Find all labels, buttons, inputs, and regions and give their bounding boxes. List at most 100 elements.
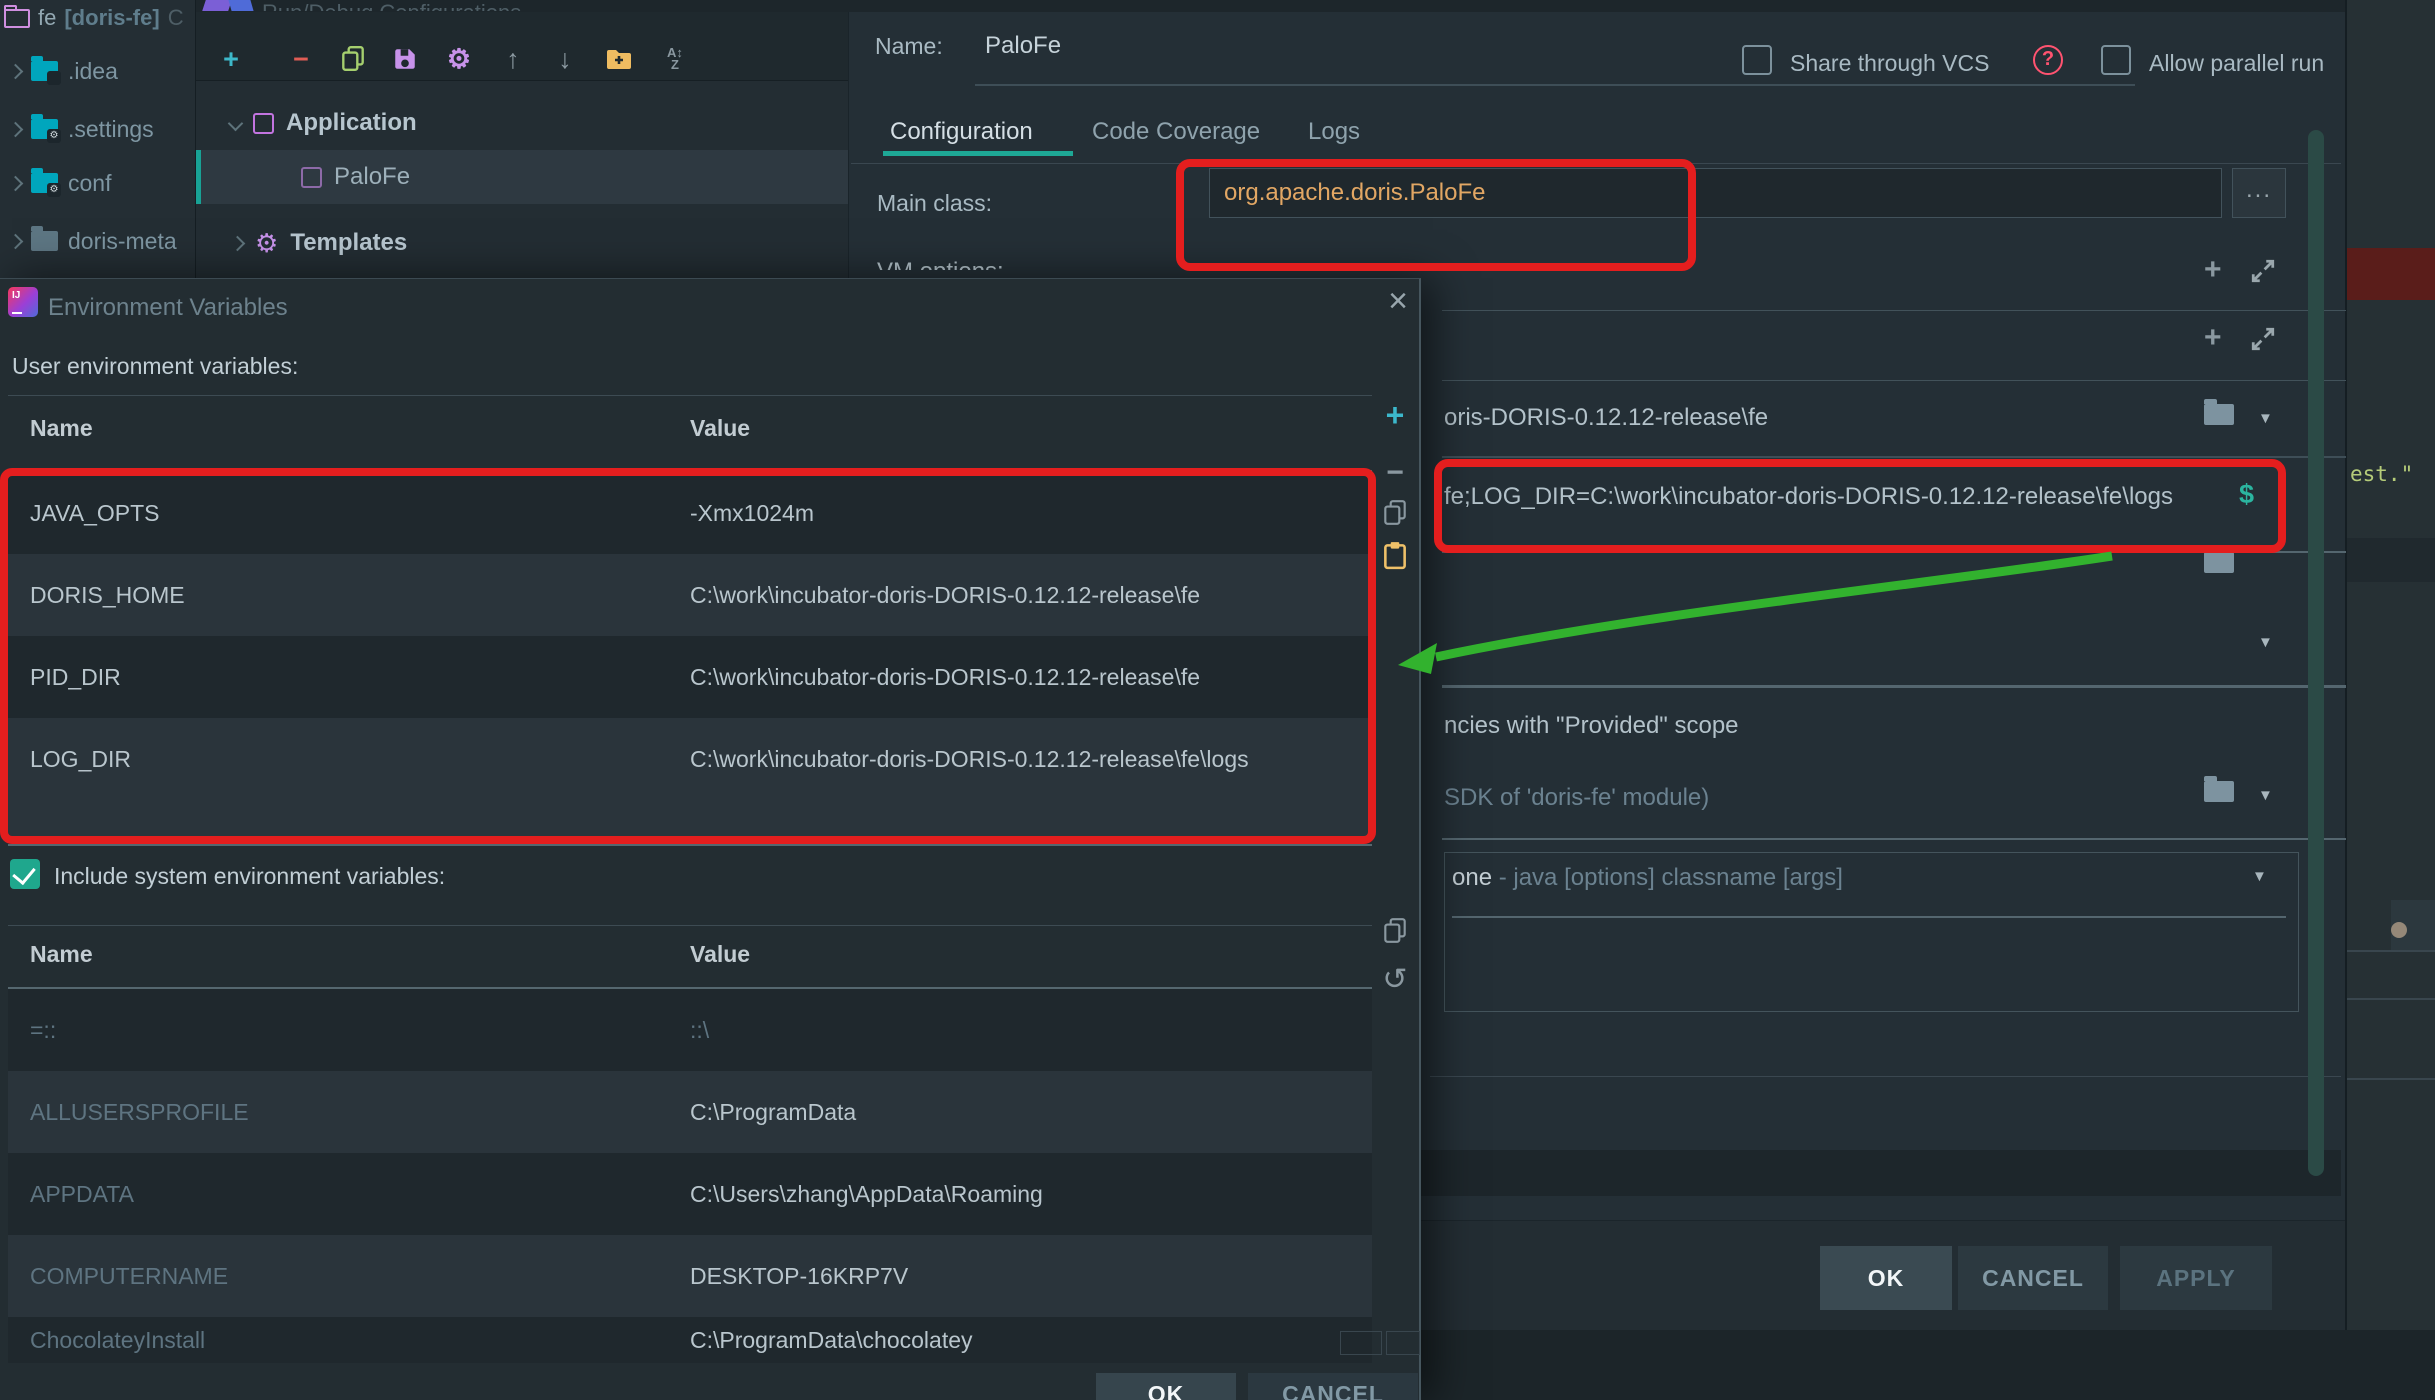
configurations-toolbar: + − ⚙ ↑ ↓ A↕Z (196, 12, 848, 81)
add-icon[interactable]: + (214, 42, 248, 76)
column-header-name[interactable]: Name (30, 415, 93, 442)
env-var-value: C:\ProgramData (690, 1099, 856, 1126)
provided-scope-label-clipped[interactable]: ncies with "Provided" scope (1444, 712, 1739, 740)
editor-highlighted-line (2347, 248, 2435, 300)
env-var-row[interactable]: ALLUSERSPROFILEC:\ProgramData (8, 1071, 1372, 1153)
include-system-label[interactable]: Include system environment variables: (54, 863, 445, 890)
move-down-icon[interactable]: ↓ (548, 42, 582, 76)
tree-item-palofe-selected[interactable]: PaloFe (196, 150, 848, 204)
env-var-value: C:\ProgramData\chocolatey (690, 1327, 973, 1354)
dropdown-arrow-icon[interactable]: ▼ (2252, 868, 2267, 885)
column-header-value[interactable]: Value (690, 941, 750, 968)
dialog-title: Environment Variables (48, 294, 288, 322)
apply-button-disabled[interactable]: APPLY (2120, 1246, 2272, 1310)
env-var-row[interactable]: COMPUTERNAMEDESKTOP-16KRP7V (8, 1235, 1372, 1317)
window-title-clipped: Run/Debug Configurations (262, 0, 521, 11)
refresh-history-icon[interactable]: ↺ (1377, 961, 1413, 997)
move-up-icon[interactable]: ↑ (496, 42, 530, 76)
project-tree-item-settings[interactable]: ⚙.settings (0, 107, 196, 151)
env-var-name: ChocolateyInstall (30, 1327, 205, 1354)
tree-group-label: Application (286, 109, 417, 137)
cancel-button[interactable]: CANCEL (1958, 1246, 2108, 1310)
env-var-row[interactable]: APPDATAC:\Users\zhang\AppData\Roaming (8, 1153, 1372, 1235)
remove-icon[interactable]: − (284, 42, 318, 76)
share-vcs-checkbox[interactable] (1742, 45, 1772, 75)
column-header-name[interactable]: Name (30, 941, 93, 968)
environment-variables-dialog: IJ Environment Variables × User environm… (0, 278, 1421, 1400)
env-var-row[interactable]: PID_DIRC:\work\incubator-doris-DORIS-0.1… (8, 636, 1372, 718)
share-vcs-label[interactable]: Share through VCS (1790, 50, 1989, 77)
browse-folder-icon[interactable] (2204, 404, 2234, 430)
resize-corner (1386, 1331, 1420, 1355)
editor-marker-dot (2391, 922, 2407, 938)
allow-parallel-label[interactable]: Allow parallel run (2149, 50, 2324, 77)
chevron-right-icon[interactable] (8, 233, 24, 249)
help-icon[interactable]: ? (2033, 45, 2063, 75)
project-tree-item-doris-meta[interactable]: doris-meta (0, 219, 196, 263)
env-var-row[interactable]: LOG_DIRC:\work\incubator-doris-DORIS-0.1… (8, 718, 1372, 800)
save-icon[interactable] (388, 42, 422, 76)
tree-group-templates[interactable]: ⚙ Templates (196, 216, 848, 270)
env-var-value: DESKTOP-16KRP7V (690, 1263, 908, 1290)
main-class-input[interactable]: org.apache.doris.PaloFe (1209, 168, 2222, 218)
dropdown-arrow-icon[interactable]: ▼ (2258, 410, 2273, 427)
main-class-browse-button[interactable]: ... (2232, 168, 2286, 218)
jre-input-clipped[interactable]: SDK of 'doris-fe' module) (1444, 784, 1709, 812)
project-tree-item-idea[interactable]: .idea (0, 49, 196, 93)
shorten-command-line-value-clipped[interactable]: one - java [options] classname [args] (1452, 864, 1843, 892)
remove-variable-icon[interactable]: − (1377, 455, 1413, 491)
ok-button[interactable]: OK (1820, 1246, 1952, 1310)
allow-parallel-checkbox[interactable] (2101, 45, 2131, 75)
tab-code-coverage[interactable]: Code Coverage (1092, 118, 1260, 146)
insert-macro-icon[interactable]: $ (2239, 479, 2254, 510)
settings-icon[interactable]: ⚙ (442, 42, 476, 76)
chevron-right-icon[interactable] (8, 63, 24, 79)
project-tree-item-conf[interactable]: ⚙conf (0, 161, 196, 205)
expand-field-icon[interactable] (2250, 258, 2276, 289)
dropdown-arrow-icon[interactable]: ▼ (2258, 787, 2273, 804)
copy-icon[interactable] (1377, 495, 1413, 531)
env-var-value: C:\work\incubator-doris-DORIS-0.12.12-re… (690, 746, 1249, 773)
field-divider (1442, 310, 2435, 311)
env-var-row[interactable]: =::::\ (8, 989, 1372, 1071)
chevron-down-icon[interactable] (228, 115, 244, 131)
tabs-divider (851, 163, 2341, 164)
table-filler (8, 800, 1372, 841)
browse-folder-icon[interactable] (2204, 781, 2234, 807)
environment-variables-input-clipped[interactable]: fe;LOG_DIR=C:\work\incubator-doris-DORIS… (1444, 483, 2173, 511)
copy-icon[interactable] (336, 42, 370, 76)
include-system-checkbox-checked[interactable] (10, 859, 40, 889)
editor-block (2347, 538, 2435, 582)
chevron-right-icon[interactable] (8, 121, 24, 137)
tree-group-application[interactable]: Application (196, 96, 848, 150)
chevron-right-icon[interactable] (230, 235, 246, 251)
tab-logs[interactable]: Logs (1308, 118, 1360, 146)
tab-configuration[interactable]: Configuration (890, 118, 1033, 146)
browse-folder-icon[interactable] (2204, 552, 2234, 578)
chevron-right-icon[interactable] (8, 175, 24, 191)
expand-field-icon[interactable] (2250, 326, 2276, 357)
add-icon[interactable]: + (2204, 321, 2222, 355)
window-titlebar: Run/Debug Configurations (196, 0, 2345, 12)
window-scrollbar-thumb[interactable] (2308, 130, 2324, 1176)
env-var-row[interactable]: JAVA_OPTS-Xmx1024m (8, 472, 1372, 554)
editor-line (2347, 950, 2435, 952)
field-underline (1442, 551, 2435, 553)
dialog-ok-button[interactable]: OK (1096, 1373, 1236, 1400)
dropdown-arrow-icon[interactable]: ▼ (2258, 634, 2273, 651)
dialog-cancel-button[interactable]: CANCEL (1248, 1373, 1418, 1400)
working-directory-input-clipped[interactable]: oris-DORIS-0.12.12-release\fe (1444, 404, 1768, 432)
env-var-row[interactable]: ChocolateyInstall C:\ProgramData\chocolat… (8, 1317, 1372, 1363)
add-variable-icon[interactable]: + (1377, 397, 1413, 433)
sort-alphabetically-icon[interactable]: A↕Z (658, 42, 692, 76)
column-header-value[interactable]: Value (690, 415, 750, 442)
new-folder-icon[interactable] (602, 42, 636, 76)
name-label: Name: (875, 33, 943, 60)
close-icon[interactable]: × (1378, 281, 1418, 321)
copy-icon[interactable] (1377, 913, 1413, 949)
add-icon[interactable]: + (2204, 253, 2222, 287)
paste-icon[interactable] (1377, 537, 1413, 573)
name-input[interactable]: PaloFe (985, 32, 1061, 60)
application-type-icon (301, 167, 322, 188)
env-var-row[interactable]: DORIS_HOMEC:\work\incubator-doris-DORIS-… (8, 554, 1372, 636)
